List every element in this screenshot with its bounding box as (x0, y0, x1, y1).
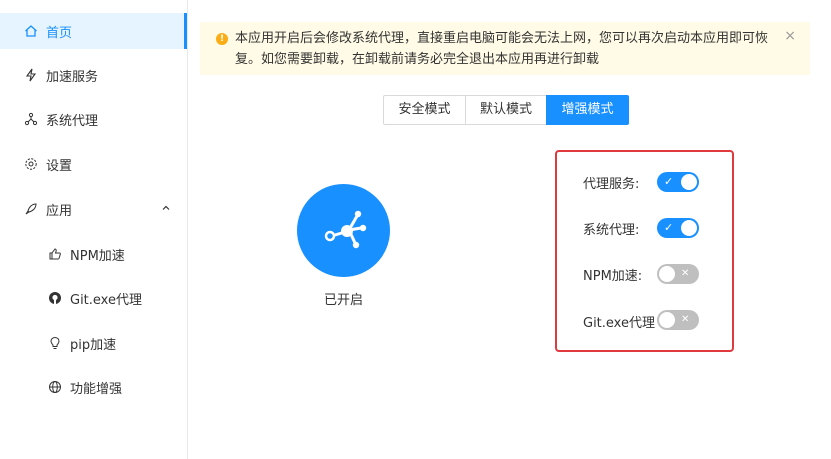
warning-icon: ! (216, 33, 228, 45)
sidebar-item-label: NPM加速 (70, 248, 125, 264)
network-icon (24, 112, 38, 126)
close-icon[interactable]: × (784, 28, 796, 44)
sidebar-item-system-proxy[interactable]: 系统代理 (0, 101, 187, 137)
proxy-service-toggle[interactable]: ✓ (657, 172, 699, 192)
mode-default-button[interactable]: 默认模式 (465, 95, 547, 125)
sidebar-item-label: 加速服务 (46, 69, 99, 85)
toggle-knob (681, 220, 697, 236)
sidebar-item-enhance[interactable]: 功能增强 (0, 369, 187, 405)
sidebar: 首页 加速服务 系统代理 设置 应用 NPM加速 Git.exe代理 pip加速… (0, 0, 188, 459)
proxy-switch-panel: 代理服务: ✓ 系统代理: ✓ NPM加速: ✕ Git.exe代理 ✕ (555, 150, 734, 352)
mode-selector: 安全模式 默认模式 增强模式 (383, 95, 629, 125)
toggle-knob (659, 266, 675, 282)
status-label: 已开启 (323, 293, 363, 308)
sidebar-item-label: 首页 (46, 25, 73, 41)
git-proxy-toggle[interactable]: ✕ (657, 310, 699, 330)
check-icon: ✓ (664, 175, 674, 188)
check-icon: ✓ (664, 221, 674, 234)
github-icon (48, 291, 62, 305)
sidebar-item-settings[interactable]: 设置 (0, 146, 187, 182)
sidebar-item-label: 应用 (46, 203, 73, 219)
mode-safe-button[interactable]: 安全模式 (383, 95, 466, 125)
warning-alert: ! 本应用开启后会修改系统代理，直接重启电脑可能会无法上网，您可以再次启动本应用… (200, 22, 810, 75)
sidebar-item-pip[interactable]: pip加速 (0, 325, 187, 361)
main-start-button[interactable] (297, 184, 390, 277)
sidebar-item-label: 功能增强 (70, 381, 123, 397)
npm-acceleration-toggle[interactable]: ✕ (657, 264, 699, 284)
switch-label: 代理服务: (583, 176, 640, 192)
globe-icon (48, 380, 62, 394)
sidebar-item-git[interactable]: Git.exe代理 (0, 280, 187, 316)
lightning-icon (24, 68, 38, 82)
sidebar-item-label: Git.exe代理 (70, 292, 142, 308)
sidebar-item-home[interactable]: 首页 (0, 13, 187, 49)
system-proxy-toggle[interactable]: ✓ (657, 218, 699, 238)
switch-row-proxy-service: 代理服务: (583, 170, 639, 194)
sidebar-item-label: 设置 (46, 158, 73, 174)
switch-label: NPM加速: (583, 268, 643, 284)
switch-row-git: Git.exe代理 (583, 309, 655, 333)
alert-message: 本应用开启后会修改系统代理，直接重启电脑可能会无法上网，您可以再次启动本应用即可… (235, 31, 769, 67)
switch-row-npm: NPM加速: (583, 262, 642, 286)
bulb-icon (48, 336, 62, 350)
home-icon (24, 24, 38, 38)
switch-row-system-proxy: 系统代理: (583, 216, 639, 240)
sidebar-item-npm[interactable]: NPM加速 (0, 236, 187, 272)
cross-icon: ✕ (681, 314, 690, 325)
thumbs-up-icon (48, 247, 62, 261)
sidebar-item-label: 系统代理 (46, 113, 99, 129)
switch-label: 系统代理: (583, 222, 640, 238)
mode-enhanced-button[interactable]: 增强模式 (546, 95, 629, 125)
sidebar-item-label: pip加速 (70, 337, 117, 353)
network-hub-icon (324, 210, 367, 249)
rocket-icon (24, 202, 38, 216)
chevron-up-icon[interactable] (161, 202, 171, 217)
switch-label: Git.exe代理 (583, 315, 655, 331)
cross-icon: ✕ (681, 268, 690, 279)
toggle-knob (681, 174, 697, 190)
sidebar-item-apps[interactable]: 应用 (0, 191, 187, 227)
sidebar-item-acceleration[interactable]: 加速服务 (0, 57, 187, 93)
gear-icon (24, 157, 38, 171)
toggle-knob (659, 312, 675, 328)
